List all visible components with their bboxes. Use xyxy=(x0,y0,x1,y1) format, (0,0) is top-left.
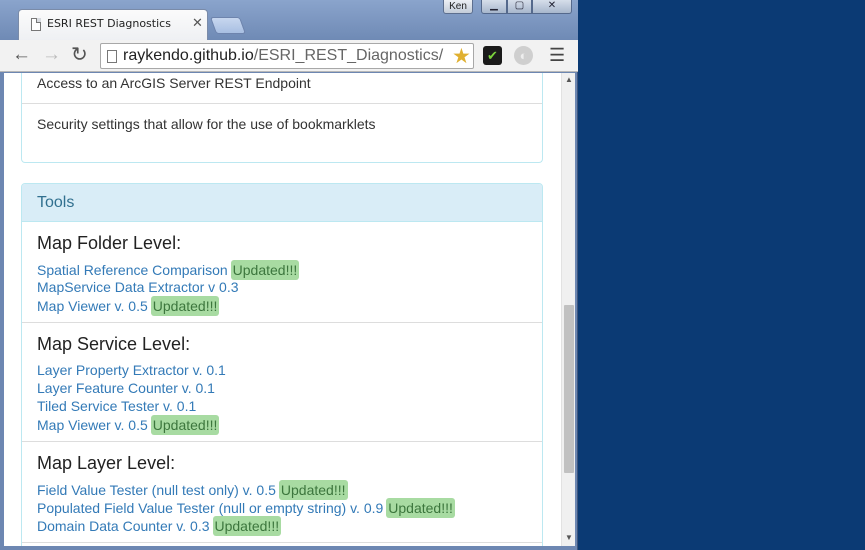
tool-link[interactable]: Map Viewer v. 0.5 xyxy=(37,417,148,433)
tool-link[interactable]: Field Value Tester (null test only) v. 0… xyxy=(37,482,276,498)
tab-title: ESRI REST Diagnostics xyxy=(47,17,171,30)
page-viewport: Access to an ArcGIS Server REST Endpoint… xyxy=(4,73,575,546)
map-layer-section: Map Layer Level: Field Value Tester (nul… xyxy=(22,442,542,543)
tool-link[interactable]: Layer Property Extractor v. 0.1 xyxy=(37,362,226,378)
list-item: Security settings that allow for the use… xyxy=(37,116,376,132)
map-service-section: Map Service Level: Layer Property Extrac… xyxy=(22,323,542,442)
maximize-button[interactable]: ▢ xyxy=(507,0,532,14)
extension-circle-icon[interactable]: ◐ xyxy=(514,46,533,65)
vertical-scrollbar[interactable]: ▲ ▼ xyxy=(561,73,575,546)
address-bar[interactable]: raykendo.github.io/ESRI_REST_Diagnostics… xyxy=(100,43,474,69)
tool-link[interactable]: Tiled Service Tester v. 0.1 xyxy=(37,398,196,414)
tools-heading: Tools xyxy=(22,184,542,222)
tool-link[interactable]: Spatial Reference Comparison xyxy=(37,262,228,278)
updated-badge: Updated!!! xyxy=(230,260,300,280)
tool-link[interactable]: Layer Feature Counter v. 0.1 xyxy=(37,380,215,396)
scroll-up-icon[interactable]: ▲ xyxy=(565,75,573,84)
new-tab-button[interactable] xyxy=(209,17,247,34)
page-icon xyxy=(107,50,117,63)
page-icon xyxy=(31,18,41,31)
section-title: Map Folder Level: xyxy=(37,233,182,253)
browser-window: ESRI REST Diagnostics ✕ Ken ▁ ▢ ✕ ← → ↻ … xyxy=(0,0,578,550)
updated-badge: Updated!!! xyxy=(386,498,455,518)
minimize-button[interactable]: ▁ xyxy=(481,0,507,14)
title-bar: ESRI REST Diagnostics ✕ Ken ▁ ▢ ✕ xyxy=(0,0,578,41)
hamburger-menu-icon[interactable]: ☰ xyxy=(549,45,565,65)
back-arrow-icon[interactable]: ← xyxy=(12,45,31,65)
browser-tab[interactable]: ESRI REST Diagnostics ✕ xyxy=(18,9,208,41)
tool-link[interactable]: MapService Data Extractor v 0.3 xyxy=(37,279,239,295)
updated-badge: Updated!!! xyxy=(150,296,220,316)
updated-badge: Updated!!! xyxy=(278,480,348,500)
requirements-panel: Access to an ArcGIS Server REST Endpoint… xyxy=(21,73,543,163)
reload-icon[interactable]: ↻ xyxy=(71,45,88,65)
updated-badge: Updated!!! xyxy=(150,415,220,435)
tool-link[interactable]: Map Viewer v. 0.5 xyxy=(37,298,148,314)
scroll-thumb[interactable] xyxy=(564,305,574,473)
close-window-button[interactable]: ✕ xyxy=(532,0,572,14)
section-title: Map Service Level: xyxy=(37,334,191,354)
extension-check-icon[interactable]: ✔ xyxy=(483,46,502,65)
tool-link[interactable]: Domain Data Counter v. 0.3 xyxy=(37,518,210,534)
map-folder-section: Map Folder Level: Spatial Reference Comp… xyxy=(22,222,542,323)
tools-panel: Tools Map Folder Level: Spatial Referenc… xyxy=(21,183,543,546)
updated-badge: Updated!!! xyxy=(212,516,282,536)
forward-arrow-icon[interactable]: → xyxy=(42,45,61,65)
star-icon[interactable]: ★ xyxy=(452,44,471,69)
url-text[interactable]: raykendo.github.io/ESRI_REST_Diagnostics… xyxy=(123,47,443,65)
section-title: Map Layer Level: xyxy=(37,453,176,473)
list-item: Access to an ArcGIS Server REST Endpoint xyxy=(22,73,542,104)
url-path: /ESRI_REST_Diagnostics/ xyxy=(253,47,444,64)
tab-close-icon[interactable]: ✕ xyxy=(192,15,203,31)
tool-link[interactable]: Populated Field Value Tester (null or em… xyxy=(37,500,383,516)
url-host: raykendo.github.io xyxy=(123,47,254,64)
profile-button[interactable]: Ken xyxy=(443,0,473,14)
scroll-down-icon[interactable]: ▼ xyxy=(565,533,573,542)
browser-toolbar: ← → ↻ raykendo.github.io/ESRI_REST_Diagn… xyxy=(0,40,578,72)
